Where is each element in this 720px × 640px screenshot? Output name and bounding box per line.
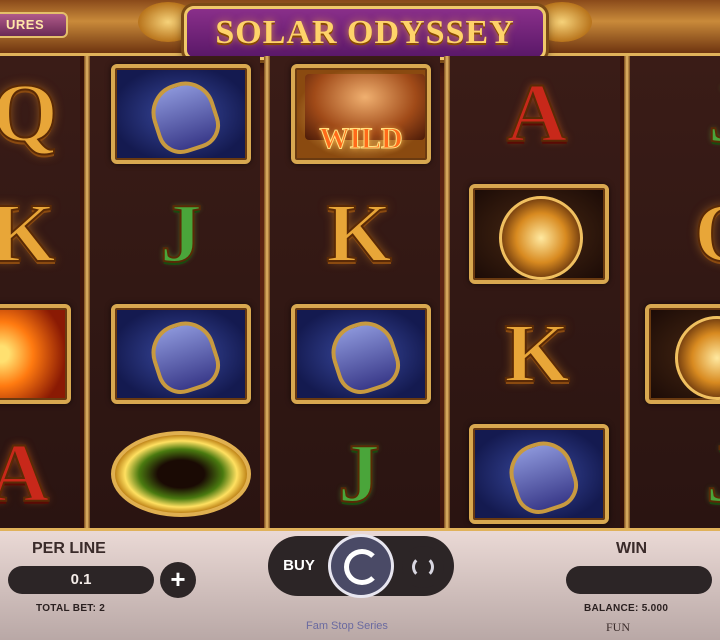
harp-icon — [501, 433, 585, 521]
symbol-k: K — [284, 180, 434, 288]
harp-frame — [291, 304, 431, 404]
symbol-j: J — [106, 180, 256, 288]
slot-game-screen: URES SOLAR ODYSSEY Q WILD A K J K K A J … — [0, 0, 720, 640]
symbol-wild: WILD — [286, 60, 436, 168]
symbol-medallion — [464, 180, 614, 288]
harp-icon — [143, 73, 227, 161]
symbol-harp — [106, 300, 256, 408]
symbol-letter: A — [0, 427, 50, 520]
golden-shield-icon — [675, 316, 720, 400]
medallion-frame — [469, 184, 609, 284]
spin-button[interactable] — [328, 534, 394, 598]
symbol-sun — [0, 300, 76, 408]
symbol-eye — [106, 420, 256, 528]
reel-divider — [624, 56, 630, 528]
win-value — [566, 566, 712, 594]
symbol-k: K — [0, 180, 98, 288]
increase-bet-button[interactable]: + — [160, 562, 196, 598]
symbol-letter: J — [337, 427, 381, 520]
mode-label: FUN — [606, 620, 631, 634]
symbol-q: Q — [652, 180, 720, 288]
reel-divider — [264, 56, 270, 528]
symbol-letter: A — [506, 67, 569, 160]
medallion-frame — [645, 304, 720, 404]
harp-frame — [111, 64, 251, 164]
autoplay-button[interactable] — [402, 546, 444, 588]
total-bet-label: TOTAL BET: 2 — [36, 603, 106, 614]
harp-frame — [111, 304, 251, 404]
buy-bonus-button[interactable]: BUY — [272, 542, 326, 590]
harp-icon — [143, 313, 227, 401]
win-label: WIN — [616, 540, 648, 557]
symbol-k: K — [462, 300, 612, 408]
reel-divider — [444, 56, 450, 528]
symbol-letter: Q — [693, 191, 720, 277]
autoplay-icon — [412, 556, 434, 578]
symbol-j: J — [654, 60, 720, 168]
spin-icon — [344, 549, 380, 585]
per-line-value[interactable]: 0.1 — [8, 566, 154, 594]
wild-frame: WILD — [291, 64, 431, 164]
balance-label: BALANCE: 5.000 — [584, 603, 669, 614]
symbol-letter: J — [159, 187, 203, 280]
harp-frame — [469, 424, 609, 524]
golden-shield-icon — [499, 196, 583, 280]
reel-grid: Q WILD A J K J K Q — [0, 56, 720, 528]
harp-icon — [323, 313, 407, 401]
symbol-letter: K — [0, 187, 57, 280]
eye-icon — [111, 431, 251, 517]
symbol-medallion — [640, 300, 720, 408]
game-title: SOLAR ODYSSEY — [215, 14, 515, 51]
symbol-q: Q — [0, 60, 100, 168]
symbol-j: J — [652, 420, 720, 528]
symbol-harp — [464, 420, 614, 528]
symbol-harp — [286, 300, 436, 408]
features-button[interactable]: URES — [0, 12, 68, 38]
sun-icon — [0, 304, 71, 404]
per-line-label: PER LINE — [32, 540, 106, 557]
symbol-harp — [106, 60, 256, 168]
symbol-a: A — [462, 60, 612, 168]
game-logo: SOLAR ODYSSEY — [184, 6, 546, 60]
symbol-a: A — [0, 420, 94, 528]
symbol-letter: K — [503, 307, 570, 400]
symbol-letter: K — [325, 187, 392, 280]
symbol-j: J — [284, 420, 434, 528]
top-frame: URES SOLAR ODYSSEY — [0, 0, 720, 60]
symbol-letter: Q — [0, 67, 59, 160]
wild-label: WILD — [319, 122, 403, 156]
symbol-letter: J — [707, 71, 720, 157]
provider-label: Fam Stop Series — [306, 620, 388, 632]
symbol-letter: J — [705, 431, 720, 517]
